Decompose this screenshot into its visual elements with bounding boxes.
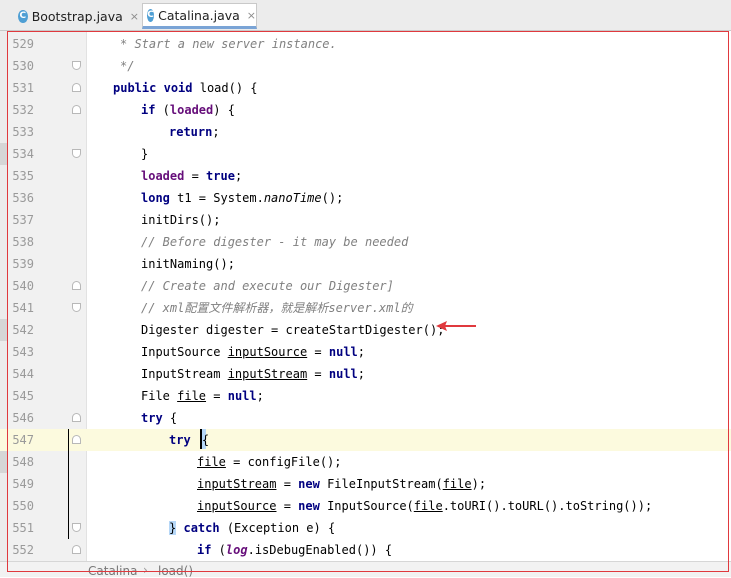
code-text: loaded = true; xyxy=(141,169,243,183)
line-number: 532 xyxy=(12,103,34,117)
fold-marker-icon[interactable] xyxy=(72,523,81,532)
line-number: 551 xyxy=(12,521,34,535)
line-number: 533 xyxy=(12,125,34,139)
line-number: 538 xyxy=(12,235,34,249)
tab-label: Catalina.java xyxy=(158,7,240,23)
line-number: 534 xyxy=(12,147,34,161)
code-line: 534 } xyxy=(0,143,731,165)
line-number: 548 xyxy=(12,455,34,469)
code-line: 543 InputSource inputSource = null; xyxy=(0,341,731,363)
fold-marker-icon[interactable] xyxy=(72,435,81,444)
code-line: 536 long t1 = System.nanoTime(); xyxy=(0,187,731,209)
code-text: InputSource inputSource = null; xyxy=(141,345,366,359)
line-number: 540 xyxy=(12,279,34,293)
code-line: 535 loaded = true; xyxy=(0,165,731,187)
editor-tab-bar: C Bootstrap.java × C Catalina.java × xyxy=(0,0,731,31)
tab-bootstrap-java[interactable]: C Bootstrap.java × xyxy=(14,3,139,29)
code-line: 546 try { xyxy=(0,407,731,429)
line-number: 529 xyxy=(12,37,34,51)
comment: // Before digester - it may be needed xyxy=(141,235,409,249)
line-number: 541 xyxy=(12,301,34,315)
code-line: 542 Digester digester = createStartDiges… xyxy=(0,319,731,341)
breadcrumb-method[interactable]: load() xyxy=(158,564,193,578)
class-icon: C xyxy=(18,9,28,23)
line-number: 545 xyxy=(12,389,34,403)
code-text: File file = null; xyxy=(141,389,264,403)
text-cursor: { xyxy=(199,429,209,449)
code-text: return; xyxy=(169,125,220,139)
code-line: 532 if (loaded) { xyxy=(0,99,731,121)
code-line: 550 inputSource = new InputSource(file.t… xyxy=(0,495,731,517)
comment: */ xyxy=(120,59,135,73)
line-number: 550 xyxy=(12,499,34,513)
code-line: 530 */ xyxy=(0,55,731,77)
line-number: 537 xyxy=(12,213,34,227)
code-text: file = configFile(); xyxy=(197,455,342,469)
fold-marker-icon[interactable] xyxy=(72,83,81,92)
code-line: 544 InputStream inputStream = null; xyxy=(0,363,731,385)
line-number: 530 xyxy=(12,59,34,73)
fold-marker-icon[interactable] xyxy=(72,281,81,290)
fold-marker-icon[interactable] xyxy=(72,149,81,158)
code-text: try { xyxy=(169,429,209,451)
current-code-line: 547 try { xyxy=(0,429,731,451)
class-icon: C xyxy=(147,8,155,22)
fold-marker-icon[interactable] xyxy=(72,303,81,312)
code-line: 549 inputStream = new FileInputStream(fi… xyxy=(0,473,731,495)
fold-marker-icon[interactable] xyxy=(72,545,81,554)
code-text: InputStream inputStream = null; xyxy=(141,367,366,381)
code-line: 537 initDirs(); xyxy=(0,209,731,231)
line-number: 549 xyxy=(12,477,34,491)
code-line: 548 file = configFile(); xyxy=(0,451,731,473)
code-text: initNaming(); xyxy=(141,257,235,271)
code-line: 545 File file = null; xyxy=(0,385,731,407)
code-line: 551 } catch (Exception e) { xyxy=(0,517,731,539)
breadcrumb-separator: › xyxy=(143,563,148,577)
code-line: 529 * Start a new server instance. xyxy=(0,33,731,55)
code-text: Digester digester = createStartDigester(… xyxy=(141,323,445,337)
code-text: initDirs(); xyxy=(141,213,221,227)
breadcrumb-bar: Catalina › load() xyxy=(0,561,731,578)
code-text: try { xyxy=(141,411,178,425)
comment: * Start a new server instance. xyxy=(120,37,337,51)
code-text: if (log.isDebugEnabled()) { xyxy=(197,543,393,557)
tab-catalina-java[interactable]: C Catalina.java × xyxy=(142,3,257,29)
tab-label: Bootstrap.java xyxy=(31,8,123,24)
close-icon[interactable]: × xyxy=(130,10,139,23)
code-line: 541 // xml配置文件解析器，就是解析server.xml的 xyxy=(0,297,731,319)
code-text: if (loaded) { xyxy=(141,103,235,117)
line-number: 546 xyxy=(12,411,34,425)
code-line: 538 // Before digester - it may be neede… xyxy=(0,231,731,253)
code-text: inputSource = new InputSource(file.toURI… xyxy=(197,499,653,513)
code-text: long t1 = System.nanoTime(); xyxy=(141,191,344,205)
line-number: 547 xyxy=(12,433,34,447)
line-number: 539 xyxy=(12,257,34,271)
code-line: 531 public void load() { xyxy=(0,77,731,99)
line-number: 535 xyxy=(12,169,34,183)
comment: // Create and execute our Digester] xyxy=(141,279,394,293)
line-number: 552 xyxy=(12,543,34,557)
fold-marker-icon[interactable] xyxy=(72,61,81,70)
comment: // xml配置文件解析器，就是解析server.xml的 xyxy=(141,301,413,315)
line-number: 536 xyxy=(12,191,34,205)
line-number: 543 xyxy=(12,345,34,359)
close-icon[interactable]: × xyxy=(247,9,256,22)
breadcrumb-class[interactable]: Catalina xyxy=(88,564,137,578)
fold-marker-icon[interactable] xyxy=(72,413,81,422)
code-line: 533 return; xyxy=(0,121,731,143)
line-number: 531 xyxy=(12,81,34,95)
line-number: 544 xyxy=(12,367,34,381)
code-line: 552 if (log.isDebugEnabled()) { xyxy=(0,539,731,561)
code-text: } catch (Exception e) { xyxy=(169,521,336,535)
code-line: 540 // Create and execute our Digester] xyxy=(0,275,731,297)
code-line: 539 initNaming(); xyxy=(0,253,731,275)
fold-marker-icon[interactable] xyxy=(72,105,81,114)
code-text: inputStream = new FileInputStream(file); xyxy=(197,477,487,491)
annotation-arrow-icon xyxy=(436,321,476,331)
brace-guide-line xyxy=(68,429,69,539)
code-text: } xyxy=(141,147,149,161)
line-number: 542 xyxy=(12,323,34,337)
code-text: public void load() { xyxy=(113,81,258,95)
